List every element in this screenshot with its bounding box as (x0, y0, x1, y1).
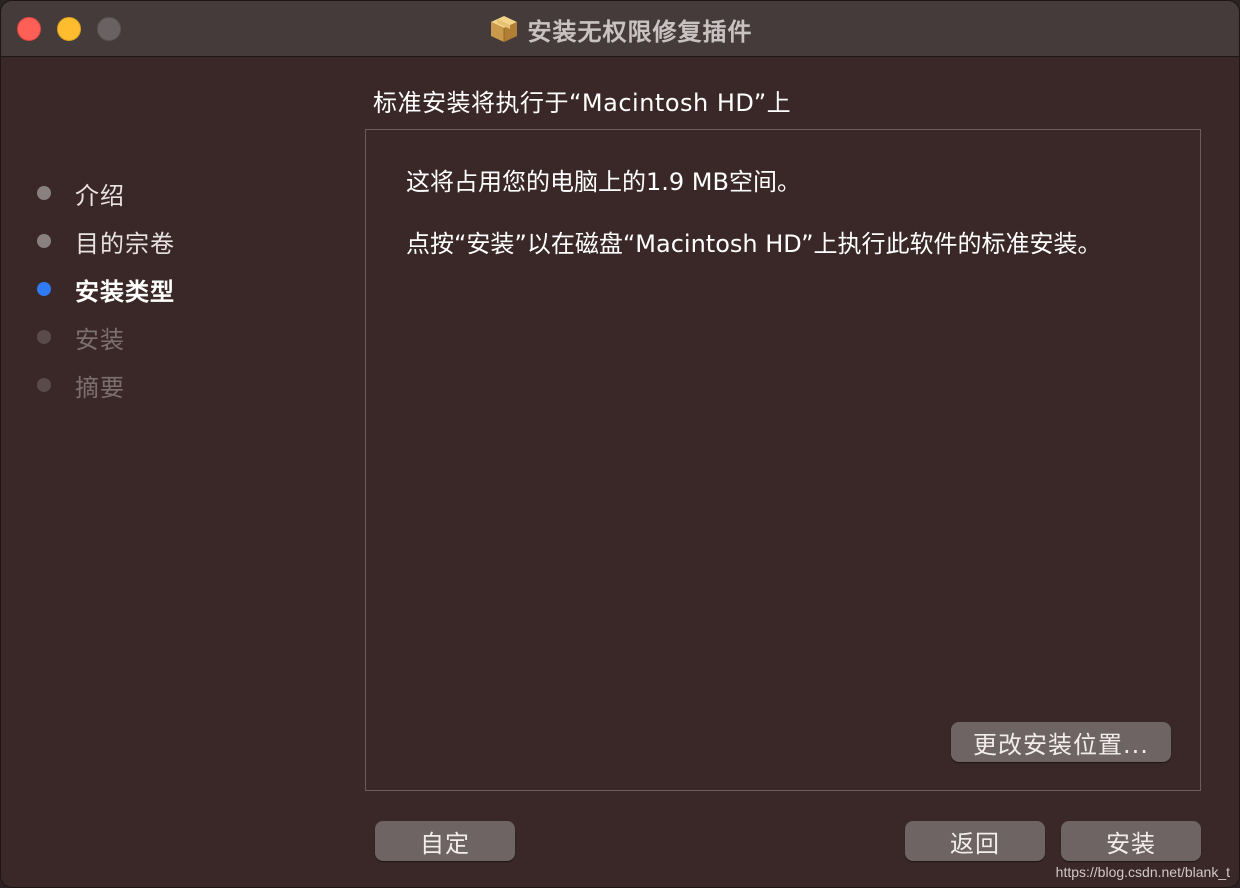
change-install-location-button[interactable]: 更改安装位置... (951, 722, 1171, 762)
customize-button[interactable]: 自定 (375, 821, 515, 861)
window-title-text: 安装无权限修复插件 (527, 17, 753, 46)
step-destination: 目的宗卷 (37, 217, 175, 265)
step-label: 目的宗卷 (75, 229, 175, 258)
install-button[interactable]: 安装 (1061, 821, 1201, 861)
installer-window: 安装无权限修复插件 介绍 目的宗卷 安装类型 安装 摘要 标准安装将执行于“Ma… (0, 0, 1240, 888)
step-label: 介绍 (75, 181, 125, 210)
content-panel: 这将占用您的电脑上的1.9 MB空间。 点按“安装”以在磁盘“Macintosh… (365, 129, 1201, 791)
package-icon (490, 16, 517, 42)
back-button[interactable]: 返回 (905, 821, 1045, 861)
step-indicator (37, 186, 51, 200)
disk-space-text: 这将占用您的电脑上的1.9 MB空间。 (406, 168, 801, 196)
window-title: 安装无权限修复插件 (1, 11, 1239, 47)
step-indicator-current (37, 282, 51, 296)
step-indicator (37, 330, 51, 344)
step-introduction: 介绍 (37, 169, 175, 217)
step-install: 安装 (37, 313, 175, 361)
installer-steps: 介绍 目的宗卷 安装类型 安装 摘要 (37, 169, 175, 409)
page-heading: 标准安装将执行于“Macintosh HD”上 (373, 89, 792, 117)
install-instruction-text: 点按“安装”以在磁盘“Macintosh HD”上执行此软件的标准安装。 (406, 230, 1102, 258)
step-indicator (37, 234, 51, 248)
step-label: 摘要 (75, 373, 125, 402)
step-installation-type: 安装类型 (37, 265, 175, 313)
step-label: 安装类型 (75, 277, 175, 306)
watermark-text: https://blog.csdn.net/blank_t (1055, 864, 1230, 880)
step-indicator (37, 378, 51, 392)
step-label: 安装 (75, 325, 125, 354)
title-bar[interactable]: 安装无权限修复插件 (1, 1, 1239, 57)
step-summary: 摘要 (37, 361, 175, 409)
